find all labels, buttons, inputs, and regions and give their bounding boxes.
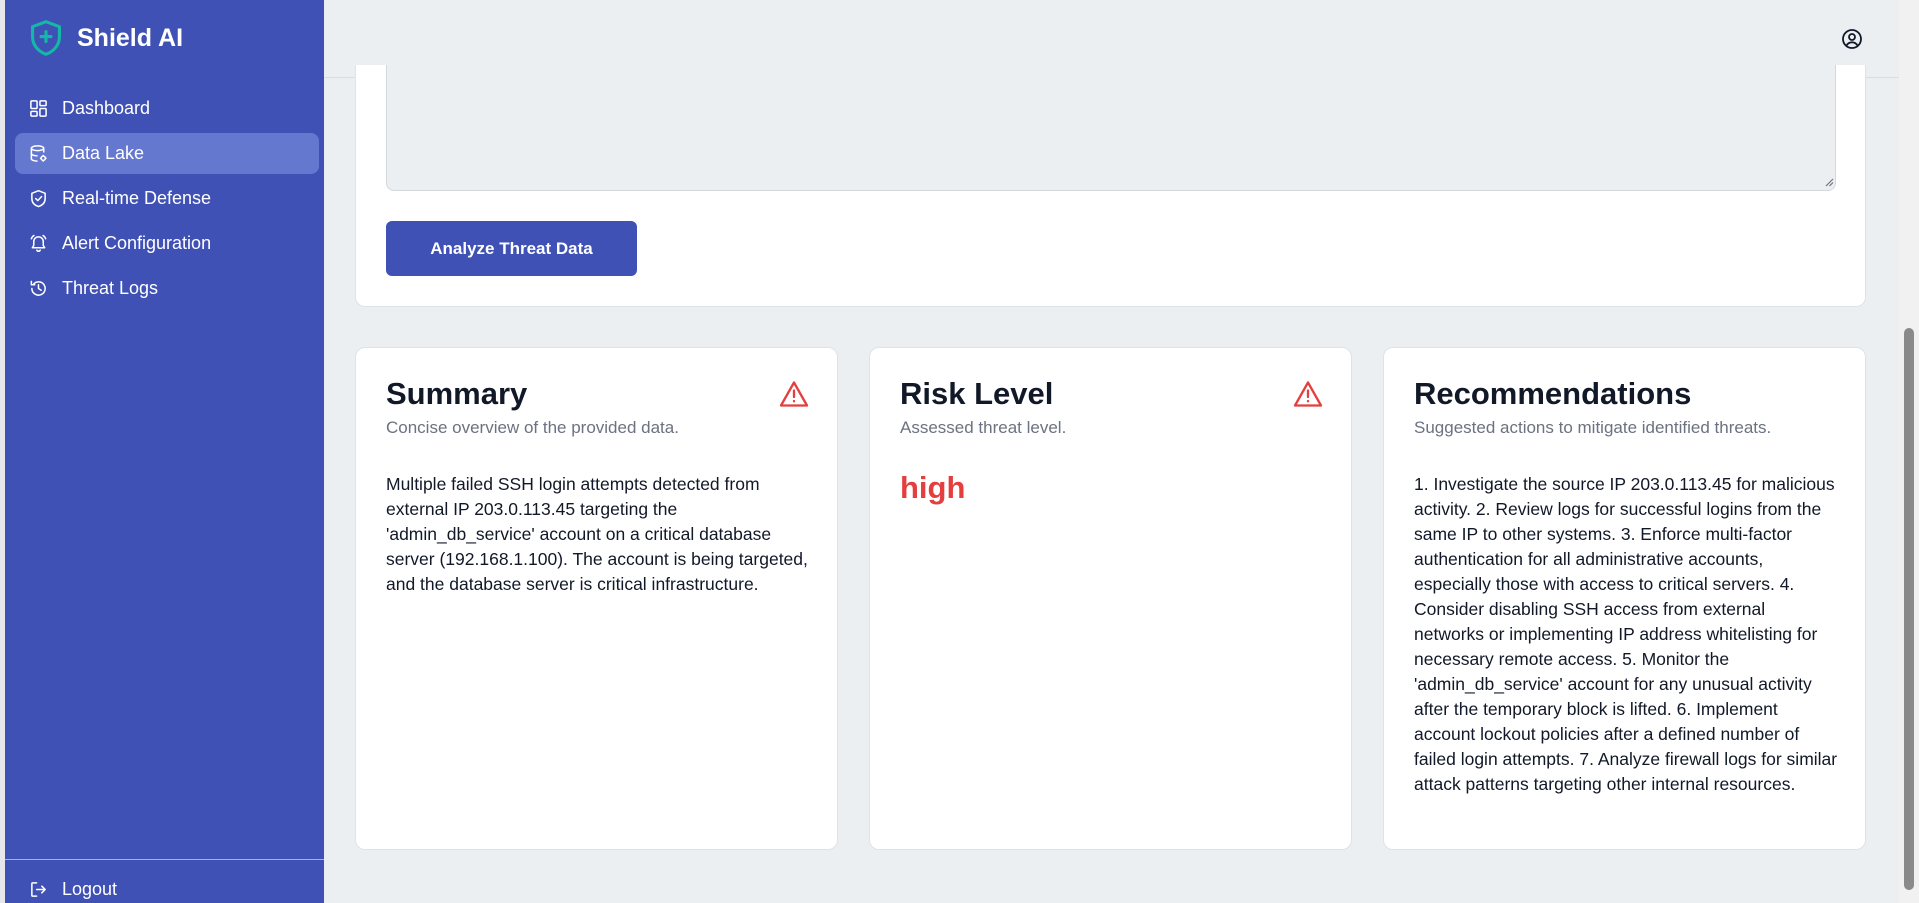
- sidebar-item-real-time-defense[interactable]: Real-time Defense: [15, 178, 319, 219]
- summary-subtitle: Concise overview of the provided data.: [386, 418, 679, 437]
- sidebar-item-dashboard[interactable]: Dashboard: [15, 88, 319, 129]
- shield-logo-icon: [30, 20, 62, 56]
- brand[interactable]: Shield AI: [29, 18, 183, 58]
- threat-data-textarea[interactable]: [386, 65, 1836, 191]
- bell-icon: [30, 234, 47, 253]
- summary-card: Summary Concise overview of the provided…: [355, 347, 838, 850]
- logout-icon: [31, 882, 46, 897]
- sidebar-divider: [5, 859, 324, 860]
- logout-button[interactable]: Logout: [29, 879, 117, 900]
- sidebar-item-label: Data Lake: [62, 143, 145, 163]
- recommendations-card: Recommendations Suggested actions to mit…: [1383, 347, 1866, 850]
- recommendations-text: 1. Investigate the source IP 203.0.113.4…: [1414, 474, 1838, 794]
- risk-level-subtitle: Assessed threat level.: [900, 418, 1067, 437]
- warning-icon: [1293, 381, 1323, 407]
- summary-text: Multiple failed SSH login attempts detec…: [386, 474, 808, 594]
- dashboard-icon: [30, 100, 47, 117]
- sidebar-item-label: Dashboard: [62, 98, 151, 118]
- sidebar-nav: Dashboard Data Lake Real-time Defense Al…: [15, 88, 319, 313]
- sidebar: Shield AI Dashboard Data Lake Real-time …: [0, 0, 324, 903]
- sidebar-item-data-lake[interactable]: Data Lake: [15, 133, 319, 174]
- risk-level-card: Risk Level Assessed threat level. high: [869, 347, 1352, 850]
- resize-grip-icon[interactable]: [1824, 177, 1834, 187]
- sidebar-item-alert-configuration[interactable]: Alert Configuration: [15, 223, 319, 264]
- shield-check-icon: [31, 189, 46, 208]
- app-name: Shield AI: [77, 23, 184, 52]
- sidebar-item-label: Threat Logs: [62, 278, 159, 298]
- recommendations-subtitle: Suggested actions to mitigate identified…: [1414, 418, 1772, 437]
- page-scrollbar[interactable]: [1899, 0, 1919, 903]
- risk-level-value: high: [900, 470, 966, 505]
- sidebar-item-label: Real-time Defense: [62, 188, 212, 208]
- analyze-threat-data-button[interactable]: Analyze Threat Data: [386, 221, 637, 276]
- summary-title: Summary: [386, 376, 528, 411]
- threat-input-card: Analyze Threat Data: [355, 65, 1866, 307]
- warning-icon: [779, 381, 809, 407]
- risk-level-title: Risk Level: [900, 376, 1054, 411]
- sidebar-item-threat-logs[interactable]: Threat Logs: [15, 268, 319, 309]
- scrollbar-thumb[interactable]: [1904, 328, 1914, 890]
- recommendations-title: Recommendations: [1414, 376, 1692, 411]
- sidebar-item-label: Alert Configuration: [62, 233, 212, 253]
- user-circle-icon[interactable]: [1841, 28, 1863, 50]
- logout-label: Logout: [62, 879, 118, 899]
- database-icon: [30, 145, 47, 162]
- history-icon: [30, 280, 46, 296]
